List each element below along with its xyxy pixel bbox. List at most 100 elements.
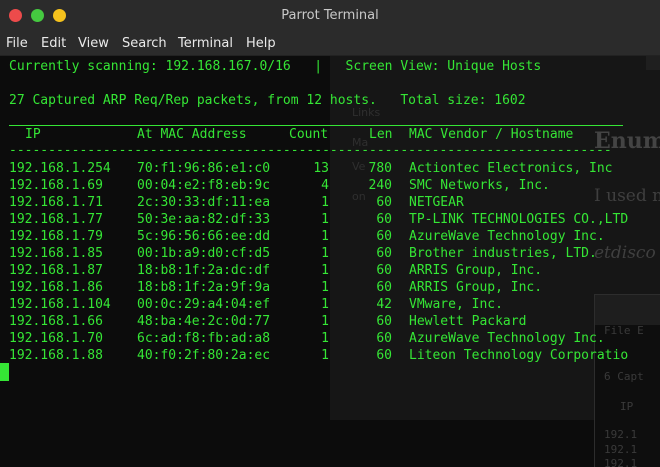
cell-len: 60 [376, 229, 392, 244]
column-header-ip: IP [25, 127, 41, 142]
cell-ip: 192.168.1.77 [9, 212, 103, 227]
cell-vendor: TP-LINK TECHNOLOGIES CO.,LTD [409, 212, 629, 227]
cell-ip: 192.168.1.71 [9, 195, 103, 210]
cell-count: 1 [321, 195, 329, 210]
cell-count: 13 [313, 161, 329, 176]
cell-len: 60 [376, 348, 392, 363]
cell-mac-address: 00:04:e2:f8:eb:9c [137, 178, 271, 193]
table-row: 192.168.1.66 48:ba:4e:2c:0d:77 1 60 Hewlett … [0, 313, 660, 330]
cell-ip: 192.168.1.66 [9, 314, 103, 329]
cell-mac-address: 2c:30:33:df:11:ea [137, 195, 271, 210]
column-header-vendor: MAC Vendor / Hostname [409, 127, 574, 142]
cell-vendor: AzureWave Technology Inc. [409, 331, 605, 346]
cell-mac-address: 40:f0:2f:80:2a:ec [137, 348, 271, 363]
table-row: 192.168.1.104 00:0c:29:a4:04:ef 1 42 VMware,… [0, 296, 660, 313]
cell-len: 60 [376, 314, 392, 329]
menu-bar: File Edit View Search Terminal Help [0, 32, 660, 56]
background-screenshot-line: 192.1 [604, 428, 638, 441]
cell-ip: 192.168.1.254 [9, 161, 111, 176]
cell-len: 60 [376, 195, 392, 210]
cell-mac-address: 18:b8:1f:2a:dc:df [137, 263, 271, 278]
background-screenshot-line: 192.1 [604, 457, 638, 467]
cell-len: 240 [368, 178, 392, 193]
cell-ip: 192.168.1.85 [9, 246, 103, 261]
cell-ip: 192.168.1.69 [9, 178, 103, 193]
background-screenshot-line: IP [620, 400, 634, 413]
maximize-window-button[interactable] [31, 9, 44, 22]
menu-terminal[interactable]: Terminal [178, 32, 233, 55]
cell-mac-address: 6c:ad:f8:fb:ad:a8 [137, 331, 271, 346]
window-title: Parrot Terminal [281, 8, 379, 23]
terminal-cursor [0, 363, 9, 381]
table-row: 192.168.1.85 00:1b:a9:d0:cf:d5 1 60 Brother … [0, 245, 660, 262]
cell-vendor: Hewlett Packard [409, 314, 527, 329]
cell-ip: 192.168.1.79 [9, 229, 103, 244]
cell-count: 1 [321, 297, 329, 312]
cell-count: 1 [321, 229, 329, 244]
table-row: 192.168.1.71 2c:30:33:df:11:ea 1 60 NETGEAR [0, 194, 660, 211]
table-dashed-divider: ----------------------------------------… [9, 143, 612, 158]
cell-count: 4 [321, 178, 329, 193]
table-row: 192.168.1.77 50:3e:aa:82:df:33 1 60 TP-LINK … [0, 211, 660, 228]
cell-mac-address: 50:3e:aa:82:df:33 [137, 212, 271, 227]
cell-count: 1 [321, 246, 329, 261]
table-row: 192.168.1.79 5c:96:56:66:ee:dd 1 60 AzureWav… [0, 228, 660, 245]
cell-vendor: VMware, Inc. [409, 297, 503, 312]
background-screenshot-line: 6 Capt [604, 370, 644, 383]
cell-vendor: Brother industries, LTD. [409, 246, 597, 261]
menu-help[interactable]: Help [246, 32, 276, 55]
cell-count: 1 [321, 331, 329, 346]
cell-count: 1 [321, 280, 329, 295]
cell-count: 1 [321, 212, 329, 227]
cell-vendor: NETGEAR [409, 195, 464, 210]
menu-search[interactable]: Search [122, 32, 167, 55]
cell-mac-address: 5c:96:56:66:ee:dd [137, 229, 271, 244]
cell-mac-address: 18:b8:1f:2a:9f:9a [137, 280, 271, 295]
table-row: 192.168.1.70 6c:ad:f8:fb:ad:a8 1 60 AzureWav… [0, 330, 660, 347]
table-row: 192.168.1.88 40:f0:2f:80:2a:ec 1 60 Liteon T… [0, 347, 660, 364]
table-row: 192.168.1.87 18:b8:1f:2a:dc:df 1 60 ARRIS Gr… [0, 262, 660, 279]
cell-len: 60 [376, 246, 392, 261]
menu-edit[interactable]: Edit [41, 32, 66, 55]
cell-ip: 192.168.1.88 [9, 348, 103, 363]
close-window-button[interactable] [9, 9, 22, 22]
cell-len: 60 [376, 212, 392, 227]
host-table: 192.168.1.254 70:f1:96:86:e1:c0 13 780 Actio… [0, 160, 660, 364]
cell-len: 780 [368, 161, 392, 176]
cell-len: 60 [376, 280, 392, 295]
cell-mac-address: 00:0c:29:a4:04:ef [137, 297, 271, 312]
table-row: 192.168.1.254 70:f1:96:86:e1:c0 13 780 Actio… [0, 160, 660, 177]
cell-count: 1 [321, 348, 329, 363]
table-row: 192.168.1.69 00:04:e2:f8:eb:9c 4 240 SMC Net… [0, 177, 660, 194]
cell-count: 1 [321, 314, 329, 329]
column-header-mac: At MAC Address [137, 127, 247, 142]
cell-count: 1 [321, 263, 329, 278]
column-header-count: Count [289, 127, 329, 142]
cell-vendor: ARRIS Group, Inc. [409, 280, 543, 295]
menu-view[interactable]: View [78, 32, 109, 55]
cell-mac-address: 70:f1:96:86:e1:c0 [137, 161, 271, 176]
title-bar[interactable]: Parrot Terminal [0, 0, 660, 32]
cell-vendor: AzureWave Technology Inc. [409, 229, 605, 244]
cell-ip: 192.168.1.87 [9, 263, 103, 278]
menu-file[interactable]: File [6, 32, 28, 55]
table-row: 192.168.1.86 18:b8:1f:2a:9f:9a 1 60 ARRIS Gr… [0, 279, 660, 296]
cell-len: 60 [376, 263, 392, 278]
cell-vendor: ARRIS Group, Inc. [409, 263, 543, 278]
cell-mac-address: 00:1b:a9:d0:cf:d5 [137, 246, 271, 261]
cell-vendor: SMC Networks, Inc. [409, 178, 550, 193]
scan-status-line: Currently scanning: 192.168.167.0/16 | S… [9, 59, 542, 74]
cell-ip: 192.168.1.70 [9, 331, 103, 346]
column-header-len: Len [369, 127, 393, 142]
cell-vendor: Actiontec Electronics, Inc [409, 161, 613, 176]
cell-vendor: Liteon Technology Corporatio [409, 348, 629, 363]
background-screenshot-line: 192.1 [604, 443, 638, 456]
capture-summary-line: 27 Captured ARP Req/Rep packets, from 12… [9, 93, 526, 108]
cell-mac-address: 48:ba:4e:2c:0d:77 [137, 314, 271, 329]
terminal-window: Enum I used ne etdisco Links Ma Ve on Fi… [0, 0, 660, 467]
minimize-window-button[interactable] [53, 9, 66, 22]
cell-len: 42 [376, 297, 392, 312]
cell-ip: 192.168.1.104 [9, 297, 111, 312]
cell-ip: 192.168.1.86 [9, 280, 103, 295]
cell-len: 60 [376, 331, 392, 346]
